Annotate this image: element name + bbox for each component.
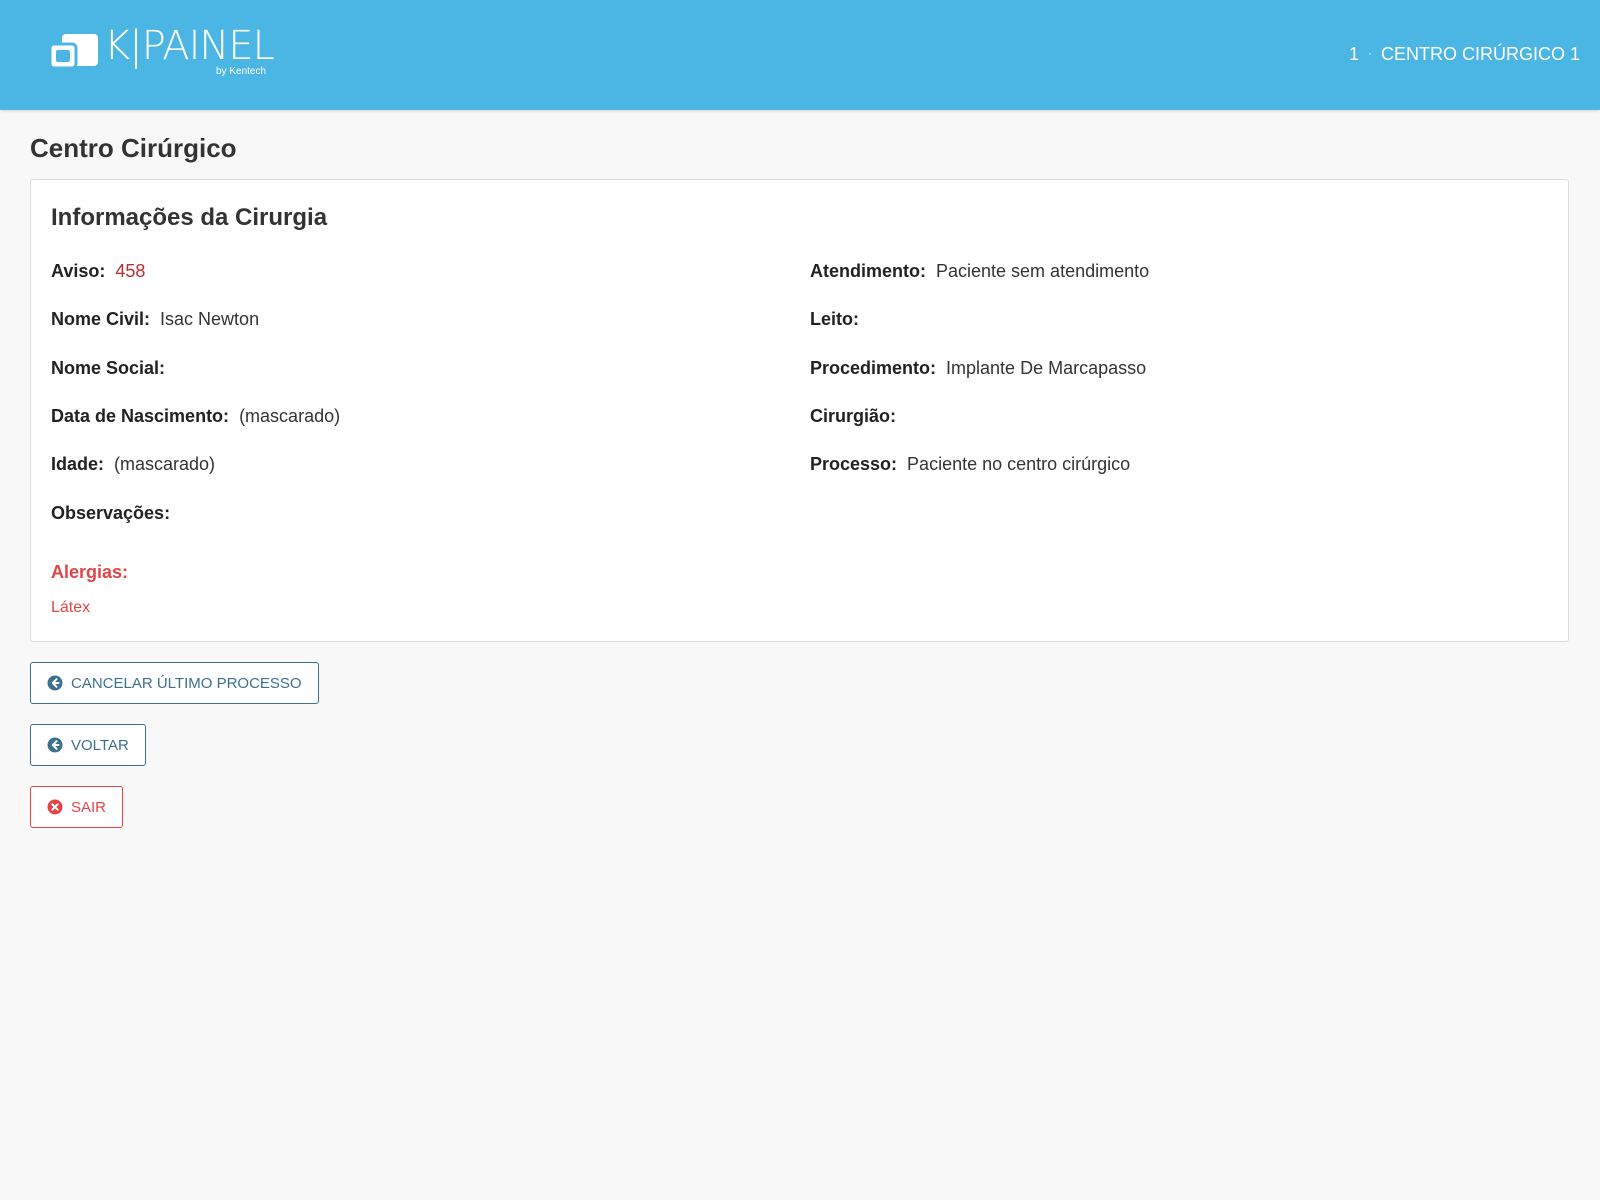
field-data-nascimento: Data de Nascimento: (mascarado) xyxy=(51,406,340,427)
field-label: Cirurgião: xyxy=(810,406,897,426)
kpainel-logo[interactable]: K|PAINEL by Kentech xyxy=(48,23,278,83)
breadcrumb-separator: · xyxy=(1367,46,1372,60)
arrow-circle-left-icon xyxy=(47,737,63,753)
button-label: CANCELAR ÚLTIMO PROCESSO xyxy=(71,674,302,692)
button-label: SAIR xyxy=(71,798,107,816)
field-label: Nome Social: xyxy=(51,358,166,378)
field-value: Paciente sem atendimento xyxy=(936,261,1150,281)
field-observacoes: Observações: xyxy=(51,503,180,524)
card-title: Informações da Cirurgia xyxy=(51,204,328,231)
field-label: Atendimento: xyxy=(810,261,926,281)
field-value: Implante De Marcapasso xyxy=(946,358,1147,378)
times-circle-icon xyxy=(47,799,63,815)
exit-button[interactable]: SAIR xyxy=(30,786,124,828)
field-procedimento: Procedimento: Implante De Marcapasso xyxy=(810,358,1146,379)
field-idade: Idade: (mascarado) xyxy=(51,454,215,475)
field-value: (mascarado) xyxy=(239,406,341,426)
breadcrumb-location: CENTRO CIRÚRGICO 1 xyxy=(1380,44,1580,64)
field-label: Nome Civil: xyxy=(51,309,151,329)
allergy-item: Látex xyxy=(51,599,91,616)
field-value: Isac Newton xyxy=(160,309,260,329)
field-nome-civil: Nome Civil: Isac Newton xyxy=(51,309,259,330)
field-label: Aviso: xyxy=(51,261,106,281)
back-button[interactable]: VOLTAR xyxy=(30,724,146,766)
logo-wordmark: K|PAINEL xyxy=(104,23,275,69)
field-label: Data de Nascimento: xyxy=(51,406,230,426)
allergies-label: Alergias: xyxy=(51,562,129,582)
field-label: Idade: xyxy=(51,454,105,474)
field-value: (mascarado) xyxy=(114,454,216,474)
top-bar: K|PAINEL by Kentech 1 · CENTRO CIRÚRGICO 1 xyxy=(0,0,1600,110)
cancel-last-process-button[interactable]: CANCELAR ÚLTIMO PROCESSO xyxy=(30,662,319,704)
arrow-circle-left-icon xyxy=(47,675,63,691)
field-processo: Processo: Paciente no centro cirúrgico xyxy=(810,454,1130,475)
breadcrumb: 1 · CENTRO CIRÚRGICO 1 xyxy=(1349,44,1580,65)
field-value: Paciente no centro cirúrgico xyxy=(907,454,1131,474)
field-label: Observações: xyxy=(51,503,171,523)
field-label: Processo: xyxy=(810,454,898,474)
logo-tagline: by Kentech xyxy=(216,66,267,77)
field-leito: Leito: xyxy=(810,309,869,330)
field-cirurgiao: Cirurgião: xyxy=(810,406,906,427)
field-label: Leito: xyxy=(810,309,859,329)
field-nome-social: Nome Social: xyxy=(51,358,175,379)
surgery-info-card: Informações da Cirurgia Aviso: 458 Nome C… xyxy=(30,179,1569,642)
field-label: Procedimento: xyxy=(810,358,937,378)
button-label: VOLTAR xyxy=(71,736,129,754)
page-title: Centro Cirúrgico xyxy=(30,133,237,163)
field-value: 458 xyxy=(115,261,146,281)
field-atendimento: Atendimento: Paciente sem atendimento xyxy=(810,261,1149,282)
field-aviso: Aviso: 458 xyxy=(51,261,145,282)
logo-mark-icon xyxy=(48,34,98,70)
breadcrumb-number: 1 xyxy=(1348,44,1359,64)
